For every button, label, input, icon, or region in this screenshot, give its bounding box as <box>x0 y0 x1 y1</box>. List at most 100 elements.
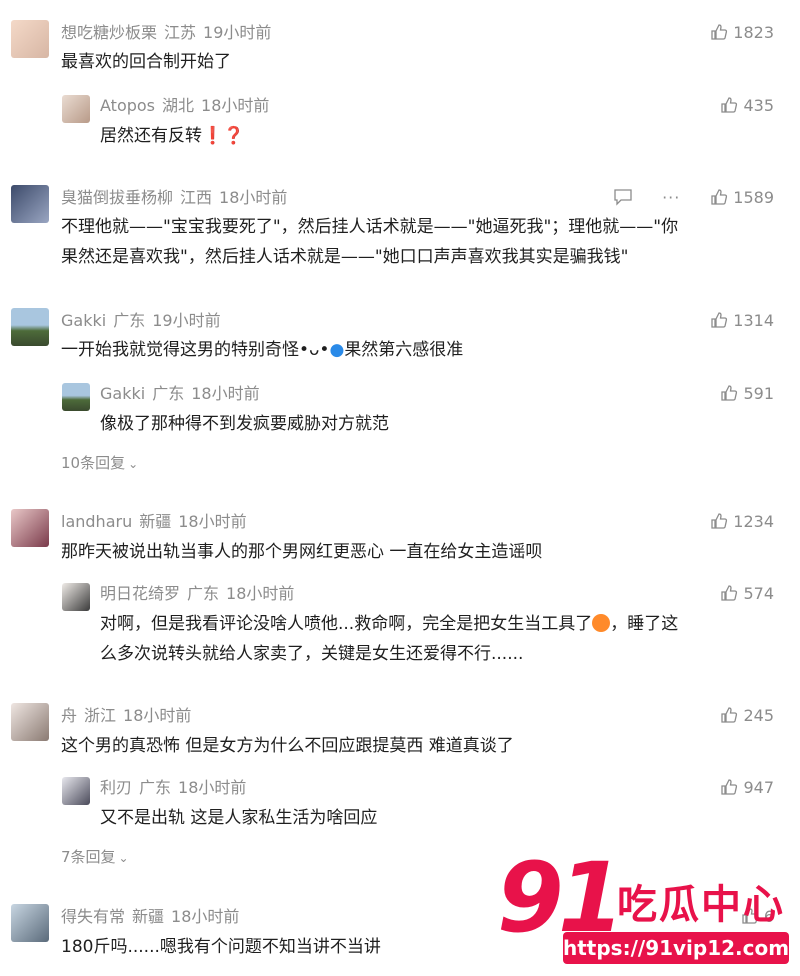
reply-meta: 明日花绮罗 广东 18小时前 <box>100 583 301 605</box>
like-button[interactable]: 435 <box>720 95 774 117</box>
like-icon <box>711 513 728 529</box>
username[interactable]: 利刃 <box>100 778 132 797</box>
timestamp: 18小时前 <box>123 706 192 725</box>
comment-text-body: 一开始我就觉得这男的特别奇怪•ᴗ• <box>61 340 330 360</box>
like-button[interactable]: 1823 <box>710 22 774 44</box>
avatar[interactable] <box>11 904 49 942</box>
like-button[interactable]: 1234 <box>710 511 774 533</box>
like-count: 574 <box>743 584 774 603</box>
avatar[interactable] <box>11 308 49 346</box>
comment-text: 180斤吗......嗯我有个问题不知当讲不当讲 <box>61 937 381 957</box>
chevron-down-icon: ⌄ <box>118 851 129 865</box>
watermark-name: 吃瓜中心 <box>617 882 785 928</box>
avatar[interactable] <box>62 777 90 805</box>
reply-text-part: ，睡了这 <box>610 614 679 634</box>
timestamp: 18小时前 <box>178 778 247 797</box>
like-count: 245 <box>743 706 774 725</box>
like-icon <box>721 779 738 795</box>
username[interactable]: Gakki <box>100 384 145 403</box>
comment-text-tail: 果然第六感很准 <box>344 340 464 360</box>
reply-text: 又不是出轨 这是人家私生活为啥回应 <box>100 808 378 828</box>
timestamp: 18小时前 <box>219 188 288 207</box>
like-icon <box>711 24 728 40</box>
reply-icon[interactable] <box>613 188 633 206</box>
more-icon[interactable]: ··· <box>662 188 680 207</box>
more-replies-link[interactable]: 7条回复 ⌄ <box>61 846 129 869</box>
like-count: 1823 <box>733 23 774 42</box>
watermark-url: https://91vip12.com <box>563 932 789 964</box>
location: 江苏 <box>164 23 197 42</box>
more-replies-label: 7条回复 <box>61 848 116 866</box>
comment-text: 那昨天被说出轨当事人的那个男网红更恶心 一直在给女主造谣呗 <box>61 542 543 562</box>
avatar[interactable] <box>11 509 49 547</box>
like-button[interactable]: 1314 <box>710 310 774 332</box>
like-button[interactable]: 1589 <box>710 187 774 209</box>
location: 湖北 <box>162 96 195 115</box>
more-replies-label: 10条回复 <box>61 454 126 472</box>
timestamp: 19小时前 <box>152 311 221 330</box>
comment-meta: 得失有常 新疆 18小时前 <box>61 906 246 928</box>
like-count: 591 <box>743 384 774 403</box>
timestamp: 18小时前 <box>178 512 247 531</box>
avatar[interactable] <box>11 185 49 223</box>
emoji-exclaim-question: ❗❓ <box>202 126 245 146</box>
location: 广东 <box>187 584 220 603</box>
comment-text-line: 果然还是喜欢我"，然后挂人话术就是——"她口口声声喜欢我其实是骗我钱" <box>61 247 629 267</box>
reply-text: 居然还有反转❗❓ <box>100 121 244 151</box>
like-count: 1589 <box>733 188 774 207</box>
avatar[interactable] <box>62 383 90 411</box>
like-count: 947 <box>743 778 774 797</box>
username[interactable]: 臭猫倒拔垂杨柳 <box>61 188 173 207</box>
like-button[interactable]: 574 <box>720 583 774 605</box>
avatar[interactable] <box>62 583 90 611</box>
username[interactable]: landharu <box>61 512 132 531</box>
username[interactable]: 得失有常 <box>61 907 125 926</box>
comment-text: 最喜欢的回合制开始了 <box>61 52 231 72</box>
comment-meta: 舟浙江 18小时前 <box>61 705 198 727</box>
like-icon <box>711 312 728 328</box>
reply-meta: 利刃 广东 18小时前 <box>100 777 253 799</box>
username[interactable]: Gakki <box>61 311 106 330</box>
like-icon <box>721 707 738 723</box>
comment-tools: ··· <box>613 187 680 209</box>
location: 广东 <box>113 311 146 330</box>
avatar[interactable] <box>11 20 49 58</box>
more-replies-link[interactable]: 10条回复 ⌄ <box>61 452 138 475</box>
username[interactable]: 舟 <box>61 706 77 725</box>
comment-meta: 想吃糖炒板栗 江苏 19小时前 <box>61 22 278 44</box>
like-count: 1234 <box>733 512 774 531</box>
timestamp: 19小时前 <box>203 23 272 42</box>
comment-text: 不理他就——"宝宝我要死了"，然后挂人话术就是——"她逼死我"；理他就——"你 … <box>61 212 781 272</box>
like-button[interactable]: 947 <box>720 777 774 799</box>
watermark-logo: 91 吃瓜中心 https://91vip12.com <box>497 848 797 973</box>
timestamp: 18小时前 <box>226 584 295 603</box>
like-icon <box>721 97 738 113</box>
timestamp: 18小时前 <box>171 907 240 926</box>
username[interactable]: Atopos <box>100 96 155 115</box>
comment-page: 想吃糖炒板栗 江苏 19小时前 1823 最喜欢的回合制开始了 Atopos 湖北 18… <box>0 0 800 976</box>
like-count: 1314 <box>733 311 774 330</box>
comment-text: 这个男的真恐怖 但是女方为什么不回应跟提莫西 难道真谈了 <box>61 736 514 756</box>
username[interactable]: 想吃糖炒板栗 <box>61 23 157 42</box>
location: 广东 <box>139 778 172 797</box>
username[interactable]: 明日花绮罗 <box>100 584 180 603</box>
reply-text-part: 对啊，但是我看评论没啥人喷他...救命啊，完全是把女生当工具了 <box>100 614 593 634</box>
location: 新疆 <box>132 907 165 926</box>
avatar[interactable] <box>11 703 49 741</box>
location: 新疆 <box>139 512 172 531</box>
location: 广东 <box>152 384 185 403</box>
reply-text: 对啊，但是我看评论没啥人喷他...救命啊，完全是把女生当工具了 ，睡了这 么多次说… <box>100 609 780 669</box>
timestamp: 18小时前 <box>201 96 270 115</box>
droplet-emoji: ● <box>329 340 345 360</box>
like-button[interactable]: 591 <box>720 383 774 405</box>
chevron-down-icon: ⌄ <box>128 457 139 471</box>
comment-meta: 臭猫倒拔垂杨柳 江西 18小时前 <box>61 187 294 209</box>
like-button[interactable]: 245 <box>720 705 774 727</box>
like-icon <box>721 385 738 401</box>
avatar[interactable] <box>62 95 90 123</box>
location: 浙江 <box>84 706 117 725</box>
reply-text: 像极了那种得不到发疯要威胁对方就范 <box>100 414 389 434</box>
emoji-angry <box>592 614 611 632</box>
comment-text-line: 不理他就——"宝宝我要死了"，然后挂人话术就是——"她逼死我"；理他就——"你 <box>61 217 679 237</box>
like-icon <box>711 189 728 205</box>
